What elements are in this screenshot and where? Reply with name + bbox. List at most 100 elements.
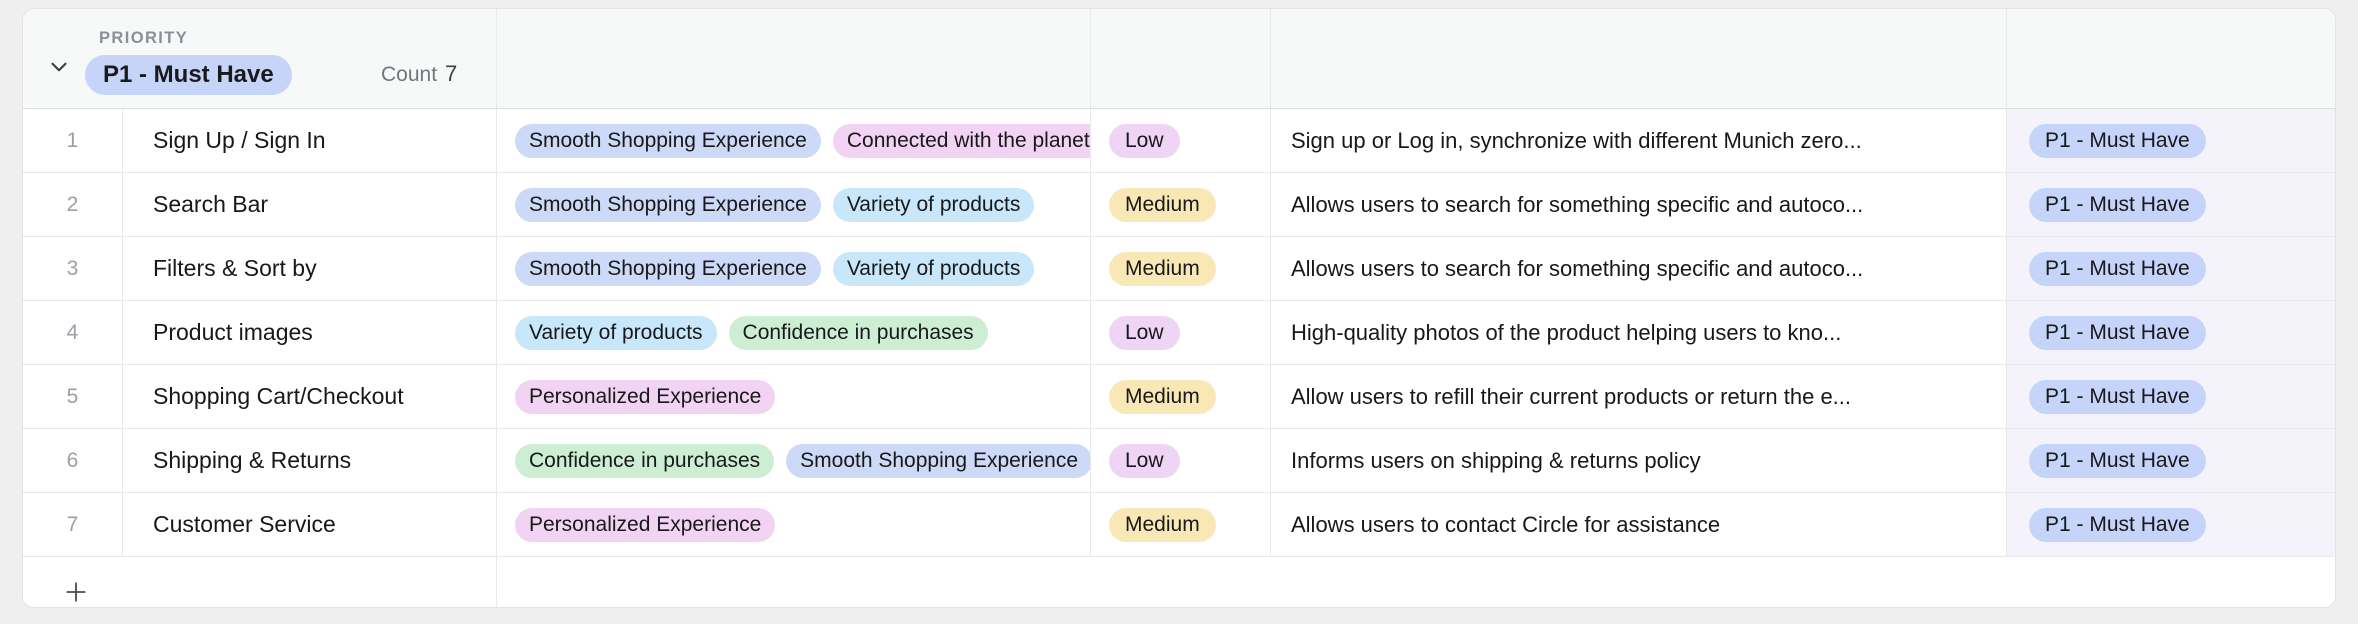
priority-chip[interactable]: P1 - Must Have [2029, 123, 2206, 158]
add-row[interactable] [23, 557, 2335, 607]
row-index-cell: 2 [23, 173, 123, 236]
priority-cell[interactable]: P1 - Must Have [2007, 109, 2335, 172]
description-cell[interactable]: Allow users to refill their current prod… [1271, 365, 2007, 428]
table-row[interactable]: 2 Search Bar Smooth Shopping Experience Var… [23, 173, 2335, 237]
plus-icon[interactable] [61, 577, 91, 607]
feature-name: Customer Service [153, 511, 336, 537]
tag-chip[interactable]: Confidence in purchases [728, 315, 988, 350]
priority-cell[interactable]: P1 - Must Have [2007, 429, 2335, 492]
tag-chip[interactable]: Personalized Experience [515, 507, 776, 542]
feature-name-cell[interactable]: Shipping & Returns [123, 429, 497, 492]
tag-chip[interactable]: Personalized Experience [515, 379, 776, 414]
feature-name-cell[interactable]: Customer Service [123, 493, 497, 556]
feature-name-cell[interactable]: Shopping Cart/Checkout [123, 365, 497, 428]
feature-name-cell[interactable]: Product images [123, 301, 497, 364]
tag-chip[interactable]: Smooth Shopping Experience [515, 123, 821, 158]
table-row[interactable]: 1 Sign Up / Sign In Smooth Shopping Experi… [23, 109, 2335, 173]
effort-cell[interactable]: Medium [1091, 237, 1271, 300]
tags-cell[interactable]: Smooth Shopping Experience Variety of pro… [497, 173, 1091, 236]
row-index: 2 [66, 192, 79, 216]
row-index-cell: 1 [23, 109, 123, 172]
feature-name: Product images [153, 319, 313, 345]
effort-pill[interactable]: Medium [1109, 379, 1216, 414]
description-text: Allows users to contact Circle for assis… [1291, 511, 1721, 537]
effort-pill[interactable]: Low [1109, 315, 1180, 350]
description-cell[interactable]: High-quality photos of the product helpi… [1271, 301, 2007, 364]
description-cell[interactable]: Informs users on shipping & returns poli… [1271, 429, 2007, 492]
tags-cell[interactable]: Confidence in purchases Smooth Shopping E… [497, 429, 1091, 492]
group-header-row: PRIORITY P1 - Must Have Count 7 [23, 9, 2335, 109]
group-count-label: Count [381, 63, 438, 86]
effort-cell[interactable]: Low [1091, 301, 1271, 364]
add-row-rest [497, 557, 2335, 607]
tag-chip[interactable]: Variety of products [832, 251, 1035, 286]
tags-cell[interactable]: Variety of products Confidence in purchas… [497, 301, 1091, 364]
tags-cell[interactable]: Smooth Shopping Experience Connected with… [497, 109, 1091, 172]
feature-name-cell[interactable]: Filters & Sort by [123, 237, 497, 300]
tags-cell[interactable]: Smooth Shopping Experience Variety of pro… [497, 237, 1091, 300]
feature-name-cell[interactable]: Sign Up / Sign In [123, 109, 497, 172]
grouped-table-board: PRIORITY P1 - Must Have Count 7 1 Sign Up … [22, 8, 2336, 608]
description-text: Sign up or Log in, synchronize with diff… [1291, 127, 1862, 153]
description-text: Allow users to refill their current prod… [1291, 383, 1852, 409]
table-row[interactable]: 5 Shopping Cart/Checkout Personalized Expe… [23, 365, 2335, 429]
priority-cell[interactable]: P1 - Must Have [2007, 365, 2335, 428]
priority-cell[interactable]: P1 - Must Have [2007, 493, 2335, 556]
priority-chip[interactable]: P1 - Must Have [2029, 315, 2206, 350]
feature-name-cell[interactable]: Search Bar [123, 173, 497, 236]
row-index: 4 [66, 320, 79, 344]
group-header-priority-cell [2007, 9, 2335, 108]
effort-pill[interactable]: Medium [1109, 251, 1216, 286]
priority-chip[interactable]: P1 - Must Have [2029, 187, 2206, 222]
effort-cell[interactable]: Medium [1091, 493, 1271, 556]
chevron-down-icon[interactable] [45, 53, 73, 81]
row-index-cell: 7 [23, 493, 123, 556]
table-row[interactable]: 4 Product images Variety of products Confid… [23, 301, 2335, 365]
group-field-label: PRIORITY [99, 29, 189, 47]
row-index-cell: 3 [23, 237, 123, 300]
description-cell[interactable]: Allows users to contact Circle for assis… [1271, 493, 2007, 556]
tag-chip[interactable]: Connected with the planet [832, 123, 1090, 158]
table-row[interactable]: 3 Filters & Sort by Smooth Shopping Experi… [23, 237, 2335, 301]
effort-pill[interactable]: Medium [1109, 507, 1216, 542]
feature-name: Shopping Cart/Checkout [153, 383, 404, 409]
table-row[interactable]: 6 Shipping & Returns Confidence in purchas… [23, 429, 2335, 493]
effort-pill[interactable]: Low [1109, 123, 1180, 158]
effort-cell[interactable]: Low [1091, 429, 1271, 492]
priority-chip[interactable]: P1 - Must Have [2029, 507, 2206, 542]
tags-cell[interactable]: Personalized Experience [497, 365, 1091, 428]
description-cell[interactable]: Sign up or Log in, synchronize with diff… [1271, 109, 2007, 172]
add-row-first-cell[interactable] [23, 557, 497, 607]
priority-chip[interactable]: P1 - Must Have [2029, 251, 2206, 286]
group-count: Count 7 [381, 61, 457, 87]
feature-name: Filters & Sort by [153, 255, 317, 281]
tag-chip[interactable]: Variety of products [832, 187, 1035, 222]
table-row[interactable]: 7 Customer Service Personalized Experience… [23, 493, 2335, 557]
effort-cell[interactable]: Medium [1091, 365, 1271, 428]
description-cell[interactable]: Allows users to search for something spe… [1271, 173, 2007, 236]
description-text: Allows users to search for something spe… [1291, 191, 1864, 217]
group-header-tags-cell [497, 9, 1091, 108]
tag-chip[interactable]: Smooth Shopping Experience [786, 443, 1090, 478]
row-index-cell: 5 [23, 365, 123, 428]
priority-chip[interactable]: P1 - Must Have [2029, 443, 2206, 478]
priority-chip[interactable]: P1 - Must Have [2029, 379, 2206, 414]
effort-pill[interactable]: Low [1109, 443, 1180, 478]
group-value-chip[interactable]: P1 - Must Have [85, 55, 292, 95]
effort-pill[interactable]: Medium [1109, 187, 1216, 222]
description-cell[interactable]: Allows users to search for something spe… [1271, 237, 2007, 300]
tag-chip[interactable]: Variety of products [515, 315, 717, 350]
effort-cell[interactable]: Low [1091, 109, 1271, 172]
priority-cell[interactable]: P1 - Must Have [2007, 237, 2335, 300]
description-text: Allows users to search for something spe… [1291, 255, 1864, 281]
tags-cell[interactable]: Personalized Experience [497, 493, 1091, 556]
priority-cell[interactable]: P1 - Must Have [2007, 301, 2335, 364]
description-text: Informs users on shipping & returns poli… [1291, 447, 1701, 473]
feature-name: Search Bar [153, 191, 269, 217]
effort-cell[interactable]: Medium [1091, 173, 1271, 236]
tag-chip[interactable]: Smooth Shopping Experience [515, 187, 821, 222]
group-header-description-cell [1271, 9, 2007, 108]
priority-cell[interactable]: P1 - Must Have [2007, 173, 2335, 236]
tag-chip[interactable]: Confidence in purchases [515, 443, 775, 478]
tag-chip[interactable]: Smooth Shopping Experience [515, 251, 821, 286]
